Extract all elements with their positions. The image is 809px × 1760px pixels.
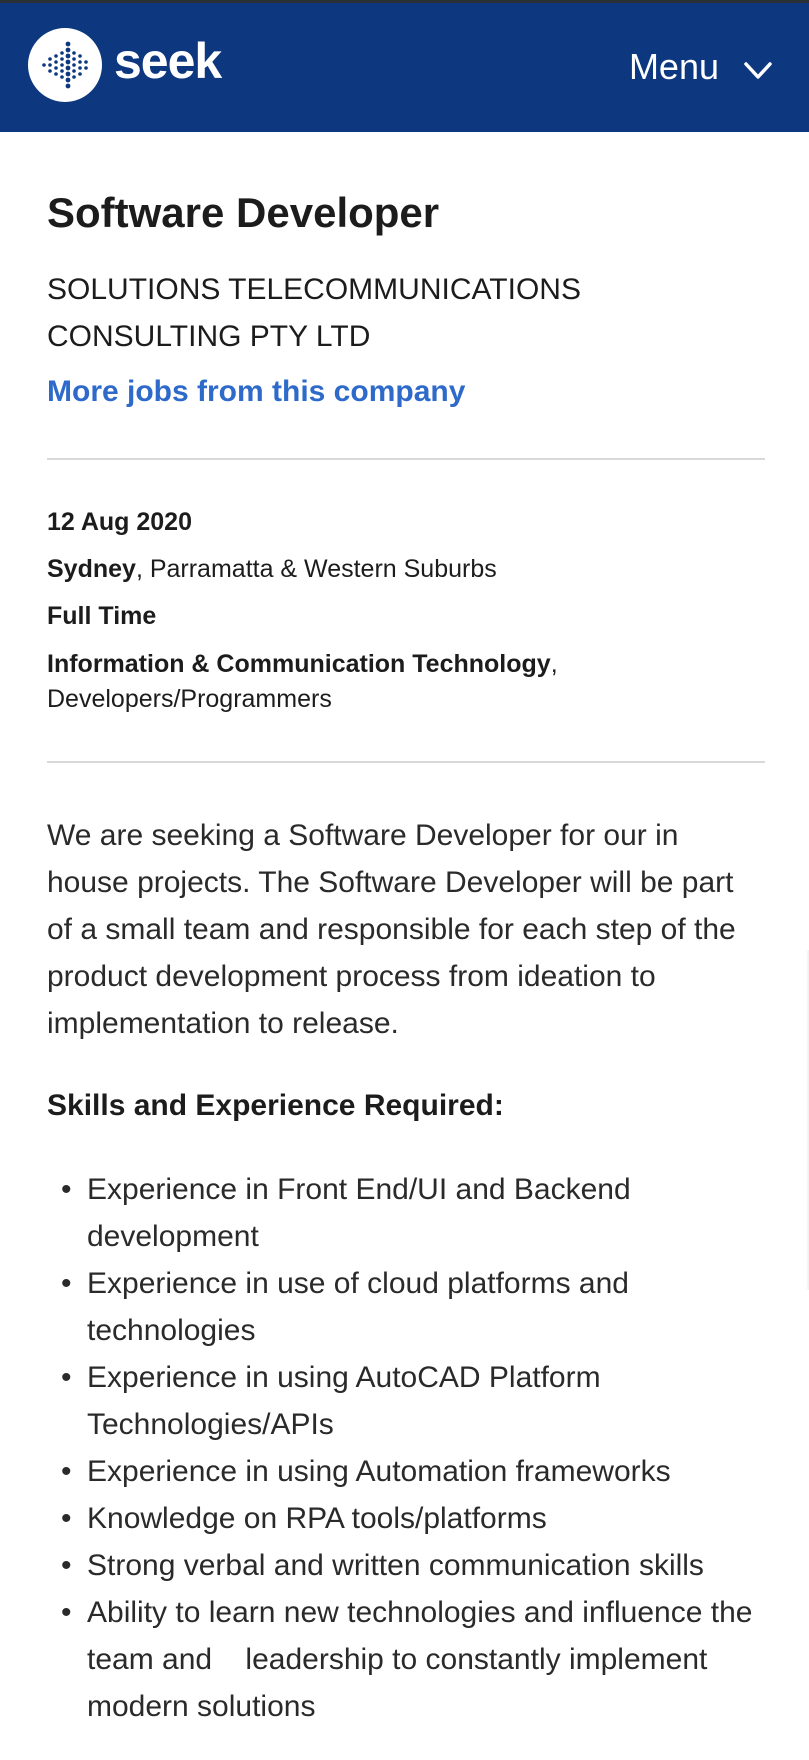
bullet-icon: • — [61, 1596, 72, 1629]
bullet-icon: • — [61, 1549, 72, 1582]
work-type-value: Full Time — [47, 602, 157, 630]
list-item: • Knowledge on RPA tools/platforms — [47, 1495, 765, 1542]
bullet-icon: • — [61, 1502, 72, 1535]
chevron-down-icon — [743, 48, 773, 90]
list-item: • Experience in Front End/UI and Backend … — [47, 1166, 765, 1260]
list-item: • Experience in using AutoCAD Platform Te… — [47, 1354, 765, 1448]
site-header: seek Menu — [0, 0, 809, 132]
job-location: Sydney, Parramatta & Western Suburbs — [47, 555, 497, 584]
skill-text: Experience in use of cloud platforms and… — [87, 1267, 638, 1347]
job-classification: Information & Communication Technology, … — [47, 647, 765, 717]
list-item: • Ability to learn new technologies and i… — [47, 1589, 765, 1730]
more-jobs-link[interactable]: More jobs from this company — [47, 375, 465, 409]
job-title: Software Developer — [47, 189, 440, 236]
company-name: SOLUTIONS TELECOMMUNICATIONS CONSULTING … — [47, 273, 581, 353]
skills-heading: Skills and Experience Required: — [47, 1089, 504, 1122]
seek-dots-logo-icon — [28, 28, 102, 102]
classification[interactable]: Information & Communication Technology — [47, 650, 551, 678]
skill-text: Ability to learn new technologies and in… — [87, 1596, 761, 1723]
seek-logo[interactable]: seek — [28, 28, 222, 102]
logo-wordmark: seek — [114, 33, 222, 89]
bullet-icon: • — [61, 1267, 72, 1300]
skill-text: Knowledge on RPA tools/platforms — [87, 1502, 547, 1535]
skills-list: • Experience in Front End/UI and Backend … — [47, 1166, 765, 1730]
location-city[interactable]: Sydney — [47, 555, 136, 583]
bullet-icon: • — [61, 1455, 72, 1488]
list-item: • Experience in using Automation framewor… — [47, 1448, 765, 1495]
skill-text: Experience in Front End/UI and Backend d… — [87, 1173, 639, 1253]
skill-text: Experience in using Automation framework… — [87, 1455, 671, 1488]
listing-date: 12 Aug 2020 — [47, 508, 192, 537]
bullet-icon: • — [61, 1361, 72, 1394]
menu-button[interactable]: Menu — [629, 44, 773, 90]
divider — [47, 761, 765, 763]
status-bar-edge — [0, 0, 809, 3]
menu-label: Menu — [628, 46, 719, 87]
skill-text: Experience in using AutoCAD Platform Tec… — [87, 1361, 609, 1441]
list-item: • Experience in use of cloud platforms an… — [47, 1260, 765, 1354]
location-area[interactable]: , Parramatta & Western Suburbs — [136, 555, 497, 583]
job-intro: We are seeking a Software Developer for … — [47, 819, 736, 1040]
bullet-icon: • — [61, 1173, 72, 1206]
skill-text: Strong verbal and written communication … — [87, 1549, 704, 1582]
work-type: Full Time — [47, 602, 156, 631]
listing-date-value: 12 Aug 2020 — [47, 508, 192, 536]
divider — [47, 458, 765, 460]
list-item: • Strong verbal and written communication… — [47, 1542, 765, 1589]
